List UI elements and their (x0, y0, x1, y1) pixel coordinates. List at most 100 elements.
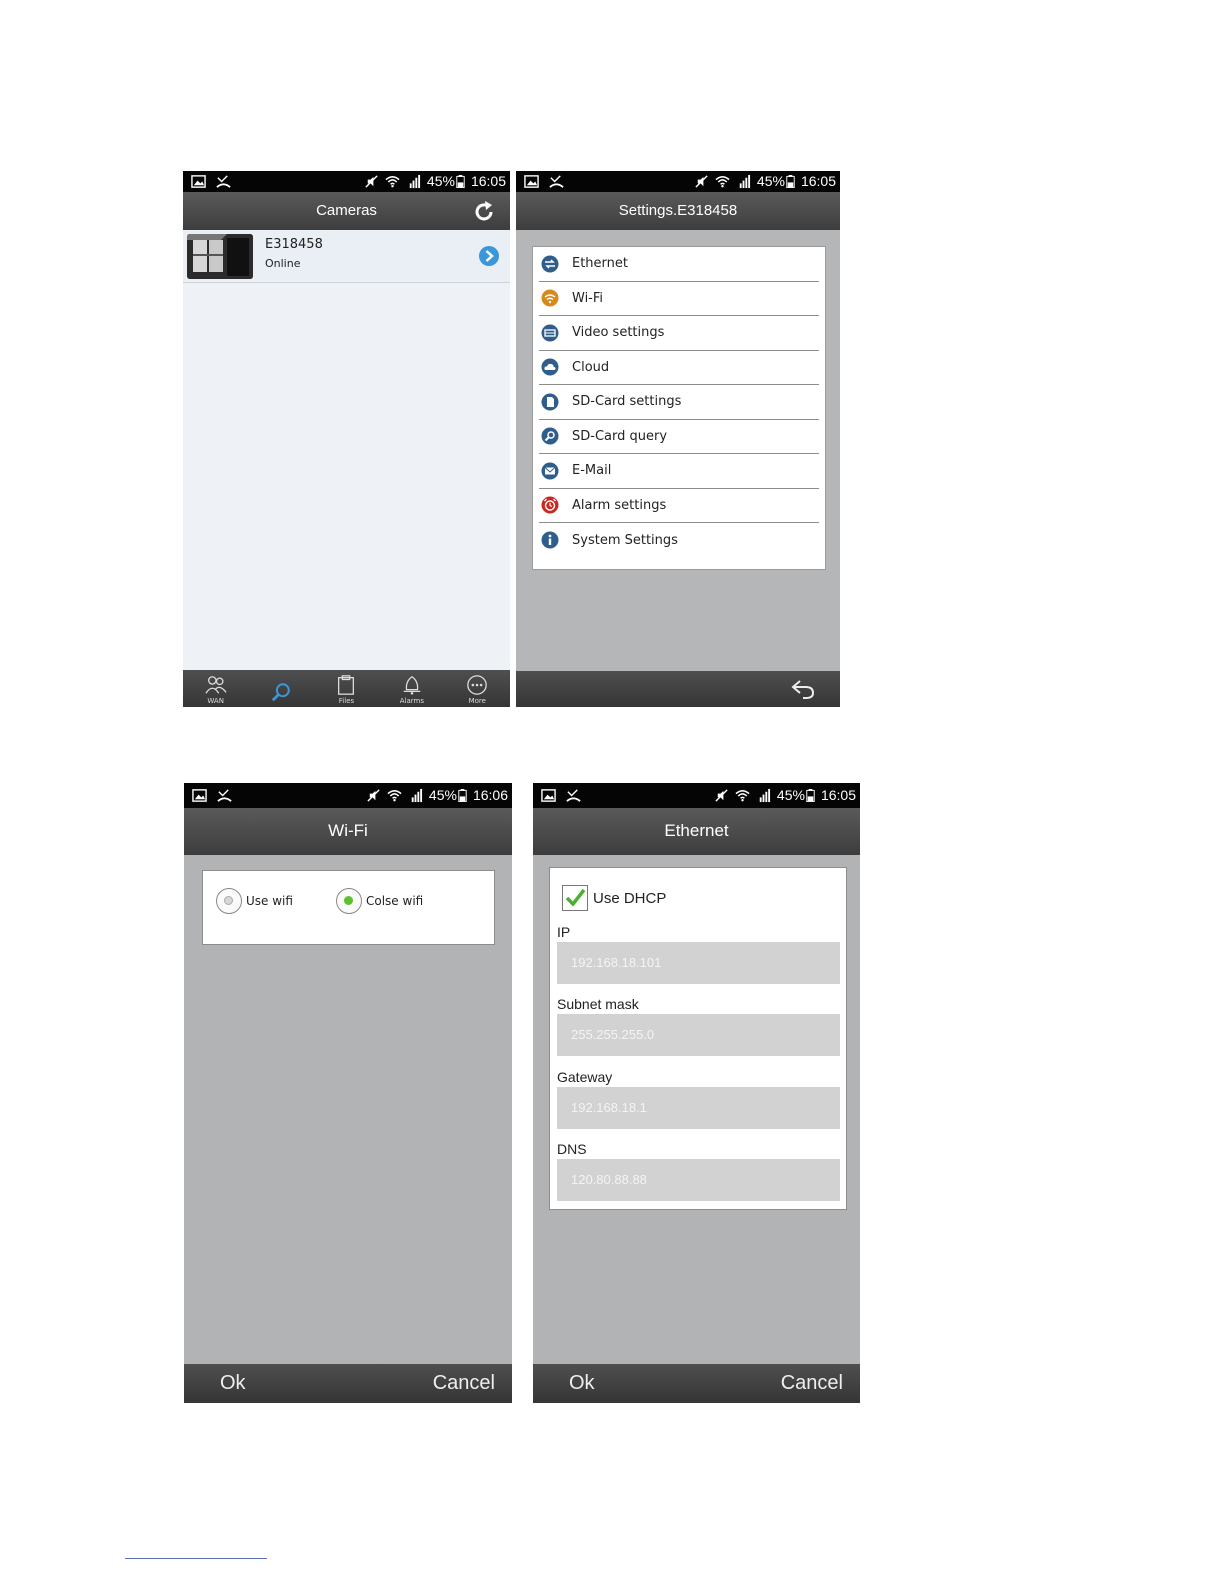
menu-item-label: Ethernet (572, 256, 628, 272)
battery-percent: 45% (776, 787, 805, 803)
sd-card-icon (541, 393, 559, 411)
clock: 16:06 (472, 787, 508, 803)
action-bar: Ok Cancel (184, 1364, 512, 1403)
tab-more[interactable]: More (452, 674, 502, 705)
page-title: Ethernet (664, 821, 729, 840)
people-icon (205, 676, 227, 694)
refresh-icon[interactable] (472, 200, 496, 224)
clock: 16:05 (820, 787, 856, 803)
cancel-button[interactable]: Cancel (433, 1372, 495, 1395)
status-bar: 45% 16:05 (516, 171, 840, 192)
mute-icon (365, 174, 378, 188)
clipboard-icon (338, 675, 355, 695)
ip-field[interactable]: 192.168.18.101 (557, 942, 840, 984)
back-arrow-icon[interactable] (790, 677, 816, 701)
ok-button[interactable]: Ok (220, 1372, 246, 1395)
video-icon (541, 324, 559, 342)
camera-thumbnail (187, 234, 253, 279)
mute-icon (715, 788, 728, 802)
settings-screen: 45% 16:05 Settings.E318458 Ethernet Wi-F… (516, 171, 840, 707)
menu-item-video-settings[interactable]: Video settings (539, 316, 819, 351)
tab-label: WAN (207, 697, 224, 705)
menu-item-label: Video settings (572, 325, 665, 341)
battery-percent: 45% (756, 173, 785, 189)
tab-wan[interactable]: WAN (191, 674, 241, 705)
cameras-screen: 45% 16:05 Cameras E318458 Online WAN Fil… (183, 171, 510, 707)
dns-field[interactable]: 120.80.88.88 (557, 1159, 840, 1201)
wifi-screen: 45% 16:06 Wi-Fi Use wifi Colse wifi Ok C… (184, 783, 512, 1403)
alarm-clock-icon (541, 496, 559, 514)
battery-percent: 45% (428, 787, 457, 803)
wifi-options-card: Use wifi Colse wifi (202, 870, 495, 945)
ethernet-title-bar: Ethernet (533, 808, 860, 855)
menu-item-label: SD-Card query (572, 428, 668, 444)
ok-button[interactable]: Ok (569, 1372, 595, 1395)
menu-item-alarm-settings[interactable]: Alarm settings (539, 489, 819, 523)
bottom-bar (516, 671, 840, 707)
wifi-signal-icon (735, 789, 750, 801)
wifi-signal-icon (385, 175, 400, 187)
bottom-tab-bar: WAN Files Alarms More (183, 670, 510, 707)
menu-item-cloud[interactable]: Cloud (539, 351, 819, 385)
close-wifi-radio[interactable] (336, 888, 362, 914)
ethernet-settings-card: Use DHCP IP 192.168.18.101 Subnet mask 2… (549, 867, 847, 1210)
status-bar: 45% 16:06 (184, 783, 512, 808)
menu-item-sd-card-settings[interactable]: SD-Card settings (539, 385, 819, 420)
cell-signal-icon (411, 788, 422, 802)
ethernet-screen: 45% 16:05 Ethernet Use DHCP IP 192.168.1… (533, 783, 860, 1403)
menu-item-ethernet[interactable]: Ethernet (539, 247, 819, 282)
use-wifi-radio[interactable] (216, 888, 242, 914)
page-title: Wi-Fi (328, 821, 368, 840)
dns-label: DNS (557, 1141, 587, 1157)
footnote-divider (125, 1558, 267, 1559)
image-notification-icon (541, 789, 556, 802)
action-bar: Ok Cancel (533, 1364, 860, 1403)
status-bar: 45% 16:05 (533, 783, 860, 808)
image-notification-icon (192, 789, 207, 802)
subnet-mask-field[interactable]: 255.255.255.0 (557, 1014, 840, 1056)
image-notification-icon (524, 175, 539, 188)
cell-signal-icon (759, 788, 770, 802)
status-bar: 45% 16:05 (183, 171, 510, 192)
search-icon (541, 427, 559, 445)
tab-label: Files (338, 697, 355, 705)
close-wifi-label: Colse wifi (366, 894, 424, 908)
menu-item-email[interactable]: E-Mail (539, 454, 819, 489)
clock: 16:05 (470, 173, 506, 189)
battery-icon (786, 174, 795, 188)
bell-icon (403, 675, 421, 695)
menu-item-system-settings[interactable]: System Settings (539, 523, 819, 558)
tab-label: More (468, 697, 486, 705)
tab-files[interactable]: Files (321, 674, 371, 705)
tab-search[interactable] (256, 682, 306, 705)
camera-list-item[interactable]: E318458 Online (183, 230, 510, 283)
cancel-button[interactable]: Cancel (781, 1372, 843, 1395)
mute-icon (695, 174, 708, 188)
settings-menu: Ethernet Wi-Fi Video settings Cloud SD-C… (532, 246, 826, 570)
dhcp-checkbox[interactable] (562, 885, 588, 911)
gateway-label: Gateway (557, 1069, 613, 1085)
tab-alarms[interactable]: Alarms (387, 674, 437, 705)
settings-title-bar: Settings.E318458 (516, 192, 840, 230)
radio-dot (224, 896, 233, 905)
cell-signal-icon (409, 174, 420, 188)
menu-item-label: E-Mail (572, 463, 612, 479)
menu-item-sd-card-query[interactable]: SD-Card query (539, 420, 819, 454)
missed-call-icon (566, 789, 581, 802)
missed-call-icon (549, 175, 564, 188)
menu-item-label: Alarm settings (572, 497, 667, 513)
use-wifi-label: Use wifi (246, 894, 293, 908)
clock: 16:05 (800, 173, 836, 189)
battery-icon (806, 788, 815, 802)
info-icon (541, 531, 559, 549)
ip-label: IP (557, 924, 571, 940)
chevron-right-icon[interactable] (478, 245, 500, 267)
gateway-field[interactable]: 192.168.18.1 (557, 1087, 840, 1129)
menu-item-label: Cloud (572, 359, 610, 375)
page-title: Settings.E318458 (618, 202, 738, 219)
page-title: Cameras (316, 202, 377, 219)
wifi-title-bar: Wi-Fi (184, 808, 512, 855)
menu-item-label: System Settings (572, 532, 678, 548)
menu-item-wifi[interactable]: Wi-Fi (539, 282, 819, 316)
menu-item-label: SD-Card settings (572, 394, 682, 410)
